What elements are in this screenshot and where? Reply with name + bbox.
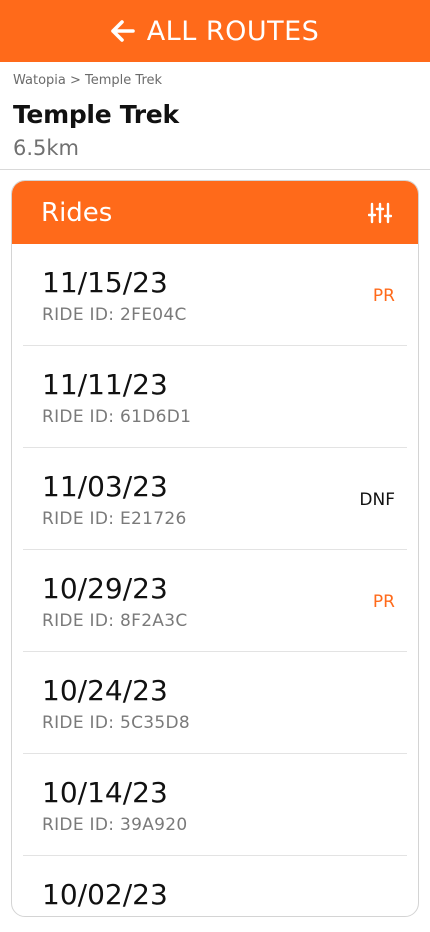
ride-id: RIDE ID: E21726 [42,509,187,529]
pr-badge: PR [372,286,395,306]
ride-date: 10/14/23 [42,776,168,809]
rides-panel-title: Rides [41,197,113,228]
ride-list-item[interactable]: 10/02/23 [23,856,407,916]
dnf-badge: DNF [359,490,395,510]
ride-date: 10/02/23 [42,878,168,911]
all-routes-header[interactable]: ALL ROUTES [0,0,430,62]
rides-list: 11/15/23 RIDE ID: 2FE04C PR 11/11/23 RIDE ID… [12,244,418,916]
ride-date: 10/29/23 [42,572,168,605]
breadcrumb: Watopia > Temple Trek [13,73,163,88]
ride-id: RIDE ID: 5C35D8 [42,713,191,733]
ride-date: 11/11/23 [42,368,168,401]
ride-date: 11/03/23 [42,470,168,503]
divider [0,169,430,170]
rides-panel: Rides 11/15/23 RIDE ID: 2FE04C PR 11/11/23 R… [11,180,419,917]
ride-list-item[interactable]: 10/14/23 RIDE ID: 39A920 [23,754,407,856]
route-title: Temple Trek [13,100,179,129]
route-distance: 6.5km [13,136,80,160]
header-title[interactable]: ALL ROUTES [147,16,320,47]
ride-list-item[interactable]: 11/11/23 RIDE ID: 61D6D1 [23,346,407,448]
ride-id: RIDE ID: 8F2A3C [42,611,188,631]
ride-date: 11/15/23 [42,266,168,299]
sliders-icon[interactable] [368,202,392,224]
rides-panel-header: Rides [12,181,418,244]
arrow-left-icon[interactable] [110,20,135,42]
ride-id: RIDE ID: 39A920 [42,815,188,835]
ride-id: RIDE ID: 61D6D1 [42,407,192,427]
ride-list-item[interactable]: 11/15/23 RIDE ID: 2FE04C PR [23,244,407,346]
ride-date: 10/24/23 [42,674,168,707]
ride-id: RIDE ID: 2FE04C [42,305,187,325]
ride-list-item[interactable]: 10/24/23 RIDE ID: 5C35D8 [23,652,407,754]
pr-badge: PR [372,592,395,612]
ride-list-item[interactable]: 10/29/23 RIDE ID: 8F2A3C PR [23,550,407,652]
ride-list-item[interactable]: 11/03/23 RIDE ID: E21726 DNF [23,448,407,550]
